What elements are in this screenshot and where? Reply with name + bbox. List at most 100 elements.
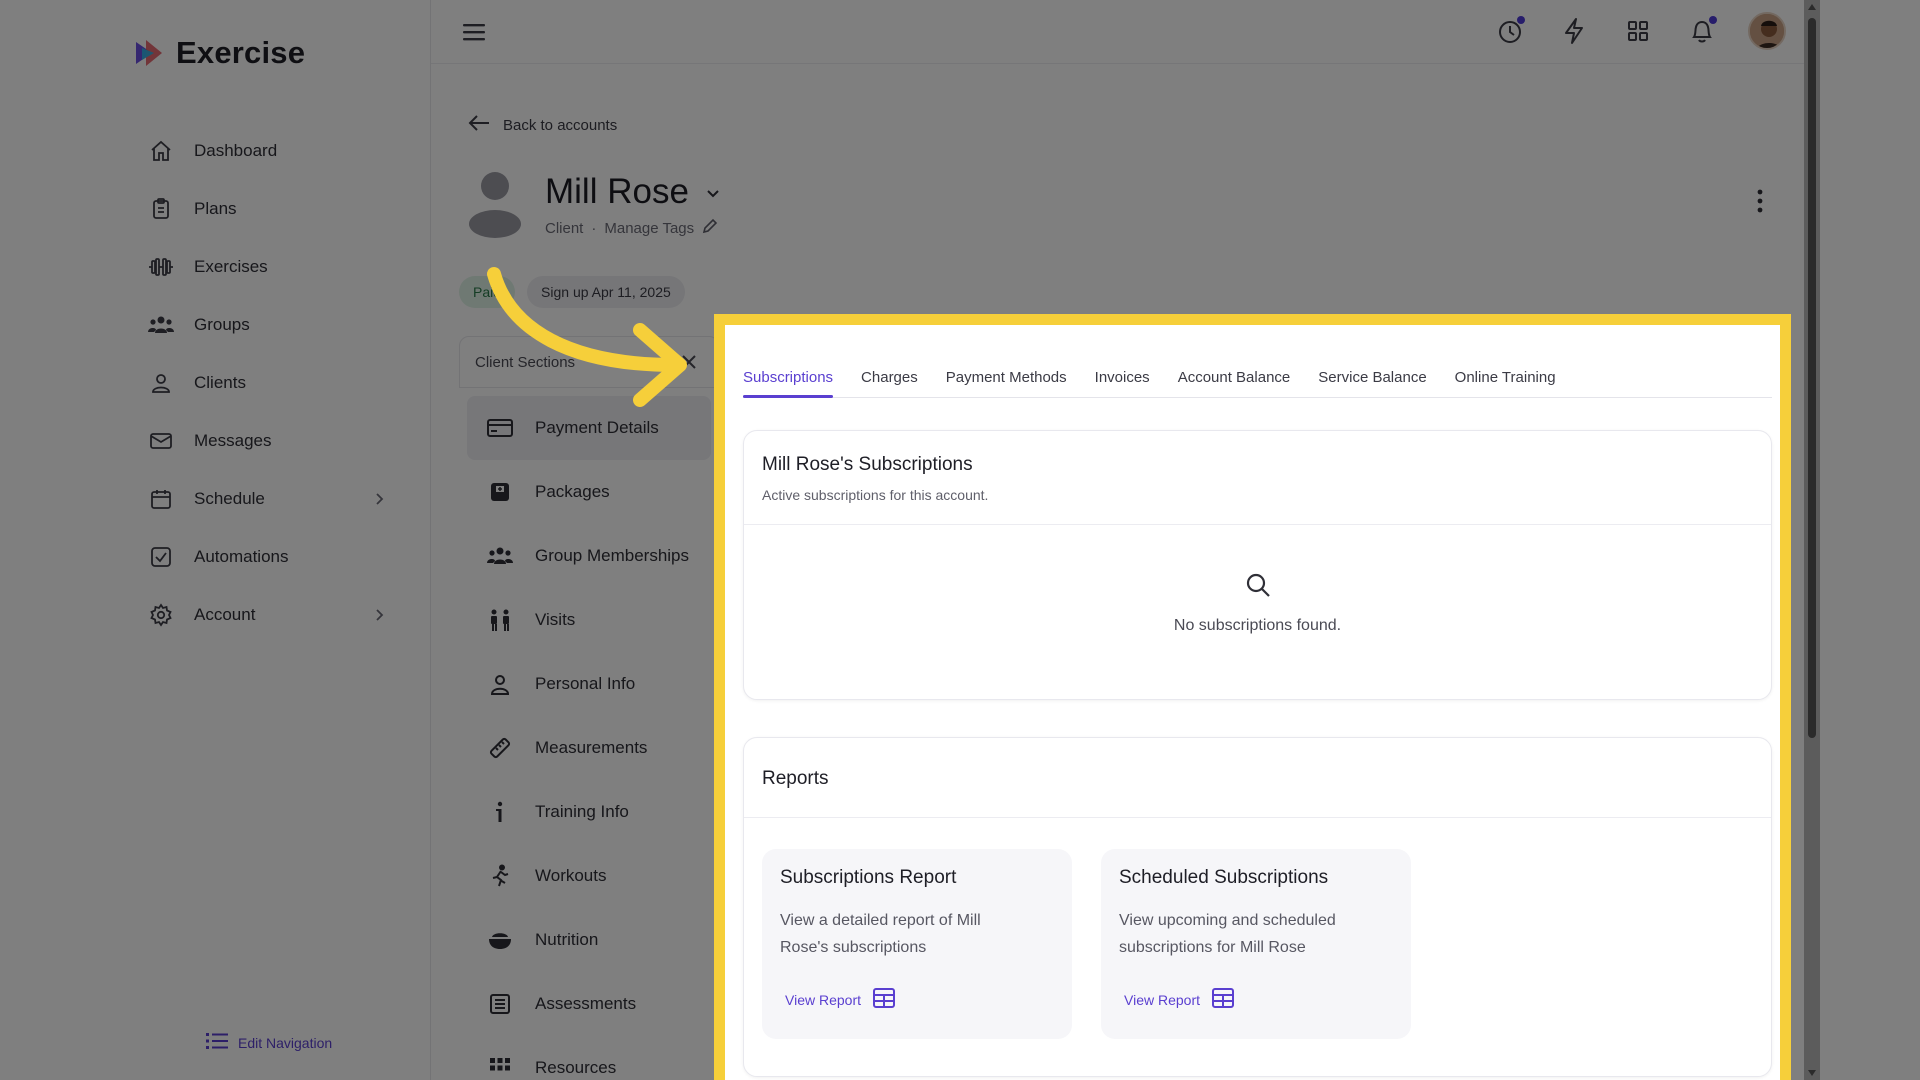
visits-icon (487, 607, 513, 633)
table-icon (1212, 988, 1235, 1011)
section-label: Resources (535, 1058, 617, 1077)
sidebar-item-label: Exercises (194, 257, 268, 276)
subscriptions-card: Mill Rose's Subscriptions Active subscri… (743, 430, 1772, 700)
signup-date-badge: Sign up Apr 11, 2025 (527, 276, 685, 308)
pencil-icon[interactable] (702, 218, 718, 238)
user-icon (487, 671, 513, 697)
view-report-link[interactable]: View Report (785, 988, 896, 1011)
app-logo[interactable]: Exercise (132, 35, 305, 71)
gear-icon (148, 602, 174, 628)
list-icon (206, 1032, 228, 1053)
checkbox-icon (148, 544, 174, 570)
section-packages[interactable]: Packages (459, 460, 719, 524)
report-card-description: View a detailed report of Mill Rose's su… (780, 912, 981, 956)
logo-mark-icon (132, 36, 166, 70)
chevron-down-icon[interactable] (703, 172, 723, 212)
section-personal-info[interactable]: Personal Info (459, 652, 719, 716)
sidebar-item-dashboard[interactable]: Dashboard (110, 122, 431, 180)
report-card-scheduled: Scheduled Subscriptions View upcoming an… (1101, 849, 1411, 1039)
tab-payment-methods[interactable]: Payment Methods (946, 346, 1067, 397)
ruler-icon (487, 735, 513, 761)
sidebar-item-clients[interactable]: Clients (110, 354, 431, 412)
profile-avatar-placeholder-icon (467, 168, 523, 238)
notification-dot (1517, 16, 1525, 24)
clipboard-icon (148, 196, 174, 222)
credit-card-icon (487, 415, 513, 441)
view-report-link[interactable]: View Report (1124, 988, 1235, 1011)
sidebar-item-exercises[interactable]: Exercises (110, 238, 431, 296)
info-icon (487, 799, 513, 825)
section-measurements[interactable]: Measurements (459, 716, 719, 780)
section-label: Workouts (535, 866, 607, 885)
report-card-title: Scheduled Subscriptions (1119, 867, 1329, 888)
meta-separator: · (591, 219, 597, 237)
sidebar-item-account[interactable]: Account (110, 586, 431, 644)
tab-service-balance[interactable]: Service Balance (1318, 346, 1426, 397)
section-assessments[interactable]: Assessments (459, 972, 719, 1036)
section-payment-details[interactable]: Payment Details (467, 396, 711, 460)
sidebar-item-label: Dashboard (194, 141, 278, 160)
home-icon (148, 138, 174, 164)
section-resources[interactable]: Resources (459, 1036, 719, 1080)
client-name-text: Mill Rose (545, 172, 689, 211)
sidebar-item-label: Groups (194, 315, 250, 334)
sidebar-item-label: Clients (194, 373, 246, 392)
view-report-label: View Report (785, 991, 862, 1008)
section-workouts[interactable]: Workouts (459, 844, 719, 908)
history-icon[interactable] (1492, 13, 1528, 49)
tab-charges[interactable]: Charges (861, 346, 918, 397)
scrollbar[interactable] (1804, 0, 1820, 1080)
more-options-icon[interactable] (1755, 188, 1765, 214)
section-group-memberships[interactable]: Group Memberships (459, 524, 719, 588)
menu-toggle-icon[interactable] (461, 20, 487, 44)
lightning-icon[interactable] (1556, 13, 1592, 49)
reports-card: Reports Subscriptions Report View a deta… (743, 737, 1772, 1077)
client-sections-title: Client Sections (475, 353, 576, 371)
reports-header: Reports (744, 738, 1771, 818)
edit-navigation-button[interactable]: Edit Navigation (206, 1032, 332, 1053)
arrow-left-icon (467, 113, 491, 137)
tab-invoices[interactable]: Invoices (1095, 346, 1150, 397)
close-icon[interactable] (680, 353, 698, 371)
sidebar-item-schedule[interactable]: Schedule (110, 470, 431, 528)
back-to-accounts-link[interactable]: Back to accounts (467, 113, 617, 137)
sidebar: Exercise Dashboard Plans Exercises Group… (110, 0, 431, 1080)
chevron-right-icon (369, 605, 389, 625)
sidebar-item-label: Messages (194, 431, 272, 450)
section-label: Group Memberships (535, 546, 690, 565)
sidebar-item-groups[interactable]: Groups (110, 296, 431, 354)
section-visits[interactable]: Visits (459, 588, 719, 652)
payment-details-panel: Subscriptions Charges Payment Methods In… (714, 314, 1791, 1080)
section-label: Packages (535, 482, 610, 501)
section-nutrition[interactable]: Nutrition (459, 908, 719, 972)
profile-header: Mill Rose Client · Manage Tags (467, 168, 723, 238)
manage-tags-link[interactable]: Manage Tags (604, 220, 694, 237)
client-name[interactable]: Mill Rose (545, 172, 723, 212)
user-icon (148, 370, 174, 396)
subscriptions-card-header: Mill Rose's Subscriptions Active subscri… (744, 431, 1771, 525)
package-icon (487, 479, 513, 505)
report-card-title: Subscriptions Report (780, 867, 957, 888)
user-avatar[interactable] (1748, 12, 1786, 50)
client-status-chips: Paid Sign up Apr 11, 2025 (459, 276, 685, 308)
sidebar-item-messages[interactable]: Messages (110, 412, 431, 470)
tab-subscriptions[interactable]: Subscriptions (743, 346, 834, 398)
bowl-icon (487, 927, 513, 953)
section-training-info[interactable]: Training Info (459, 780, 719, 844)
dumbbell-icon (148, 254, 174, 280)
group-icon (487, 543, 513, 569)
section-label: Nutrition (535, 930, 599, 949)
tab-account-balance[interactable]: Account Balance (1178, 346, 1291, 397)
back-label: Back to accounts (503, 116, 618, 134)
report-card-description: View upcoming and scheduled subscription… (1119, 912, 1336, 956)
tab-online-training[interactable]: Online Training (1455, 346, 1556, 397)
calendar-icon (148, 486, 174, 512)
client-meta: Client · Manage Tags (545, 218, 723, 238)
apps-grid-icon[interactable] (1620, 13, 1656, 49)
section-label: Assessments (535, 994, 637, 1013)
app-name: Exercise (176, 35, 306, 70)
sidebar-item-automations[interactable]: Automations (110, 528, 431, 586)
sidebar-item-label: Automations (194, 547, 289, 566)
bell-icon[interactable] (1684, 13, 1720, 49)
sidebar-item-plans[interactable]: Plans (110, 180, 431, 238)
